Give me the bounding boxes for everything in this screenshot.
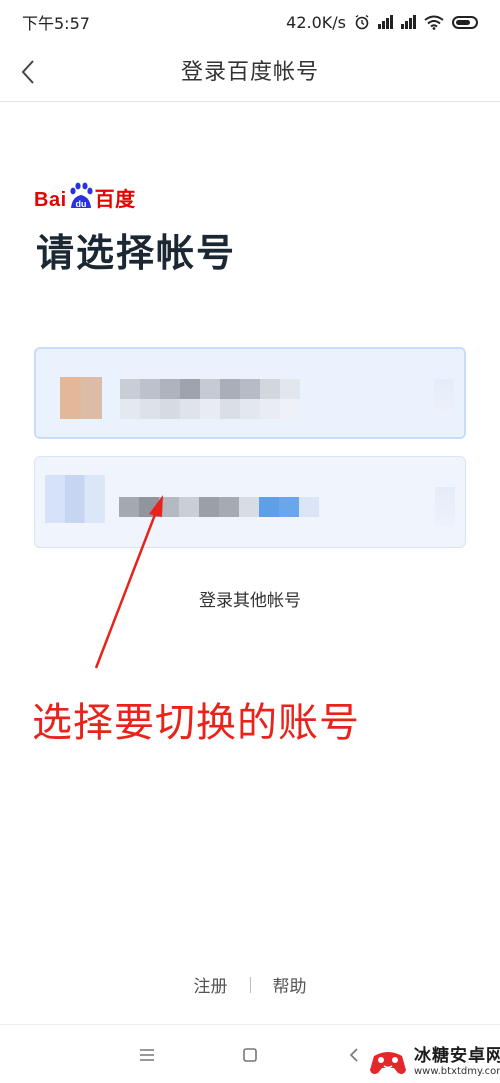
- wifi-icon: [424, 15, 444, 30]
- blurred-indicator: [435, 487, 455, 527]
- footer-links: 注册 帮助: [0, 972, 500, 997]
- signal-icon: [401, 15, 416, 29]
- back-icon: [349, 1048, 358, 1062]
- hd-signal-icon: [378, 15, 393, 29]
- logo-baidu-cn: 百度: [94, 189, 136, 211]
- logo-bai: Bai: [34, 189, 67, 211]
- footer-divider: [249, 976, 251, 993]
- blurred-indicator: [434, 379, 454, 419]
- back-button[interactable]: [10, 54, 46, 90]
- watermark-text: 冰糖安卓网 www.btxtdmy.com: [414, 1046, 500, 1078]
- account-card[interactable]: [34, 347, 466, 439]
- select-account-heading: 请选择帐号: [36, 231, 237, 275]
- system-back-button[interactable]: [342, 1043, 366, 1067]
- login-other-account-link[interactable]: 登录其他帐号: [0, 586, 500, 611]
- watermark-title: 冰糖安卓网: [414, 1046, 500, 1066]
- chevron-left-icon: [21, 60, 34, 84]
- avatar: [60, 377, 102, 419]
- game-controller-logo: [370, 1052, 406, 1074]
- baidu-logo: Bai du 百度: [34, 180, 136, 212]
- menu-icon: [140, 1049, 154, 1061]
- annotation-text: 选择要切换的账号: [32, 700, 360, 746]
- network-speed: 42.0K/s: [286, 12, 346, 32]
- page-title: 登录百度帐号: [180, 60, 319, 85]
- register-link[interactable]: 注册: [194, 972, 228, 997]
- status-icons: 42.0K/s: [286, 13, 478, 32]
- blurred-account-name: [119, 497, 319, 517]
- paw-icon: du: [68, 182, 94, 212]
- home-button[interactable]: [238, 1043, 262, 1067]
- menu-button[interactable]: [135, 1043, 159, 1067]
- site-watermark: 冰糖安卓网 www.btxtdmy.com: [368, 1046, 500, 1078]
- nav-bar: 登录百度帐号: [0, 44, 500, 102]
- avatar: [45, 475, 105, 523]
- battery-icon: [452, 15, 478, 29]
- watermark-url: www.btxtdmy.com: [414, 1066, 500, 1077]
- status-time: 下午5:57: [22, 14, 90, 33]
- blurred-account-name: [120, 379, 300, 419]
- account-card[interactable]: [34, 456, 466, 548]
- status-bar: 下午5:57 42.0K/s: [0, 0, 500, 44]
- home-icon: [243, 1048, 257, 1062]
- logo-du: du: [75, 199, 86, 209]
- alarm-icon: [355, 14, 369, 30]
- help-link[interactable]: 帮助: [273, 972, 307, 997]
